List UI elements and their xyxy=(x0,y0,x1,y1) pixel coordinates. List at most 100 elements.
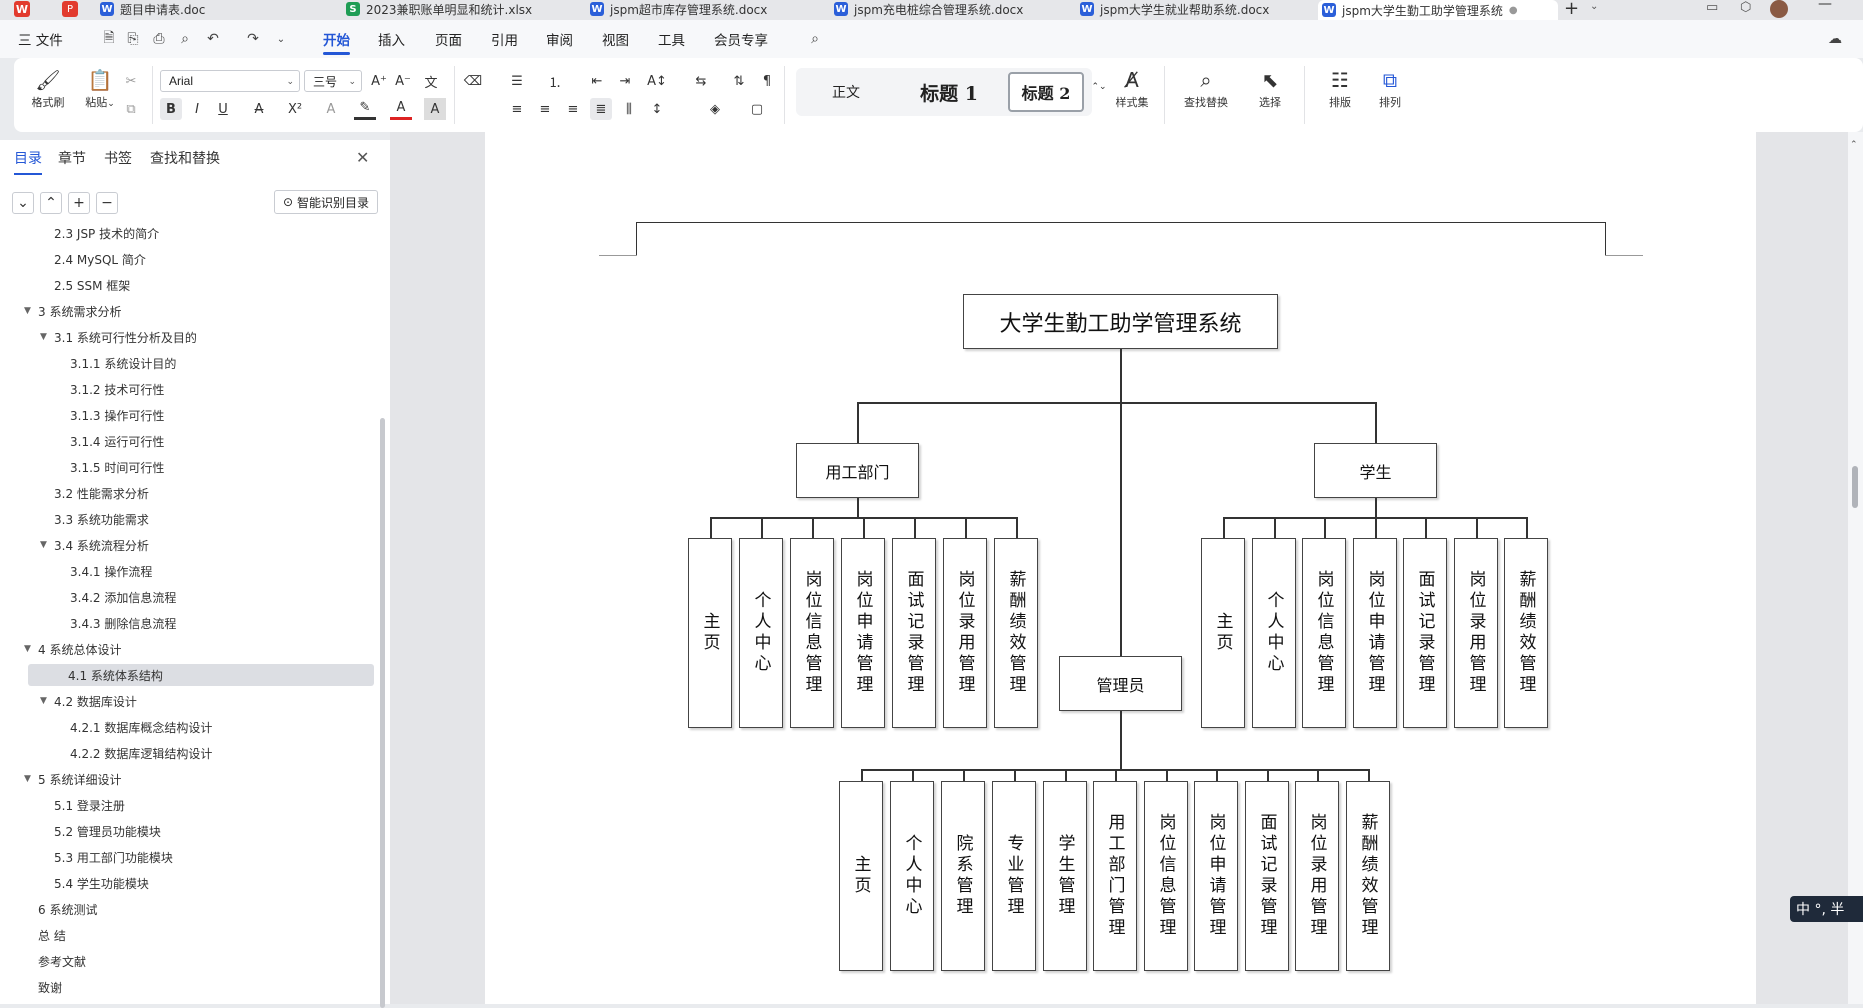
expand-up-button[interactable]: ⌃ xyxy=(40,192,62,214)
document-tab[interactable]: S 2023兼职账单明显和统计.xlsx xyxy=(342,0,578,18)
font-size-select[interactable]: 三号 ⌄ xyxy=(304,70,362,92)
toc-item[interactable]: 致谢 xyxy=(38,976,62,998)
toc-item[interactable]: 3.4.1 操作流程 xyxy=(70,560,152,582)
document-tab[interactable]: Wjspm大学生就业帮助系统.docx xyxy=(1076,0,1312,18)
menu-tab[interactable]: 审阅 xyxy=(546,20,573,58)
expand-triangle-icon[interactable]: ▼ xyxy=(24,644,38,654)
paste-button[interactable]: 📋 粘贴⌄ xyxy=(74,66,126,126)
menu-tab[interactable]: 会员专享 xyxy=(714,20,768,58)
toc-item[interactable]: ▼ 3.1 系统可行性分析及目的 xyxy=(40,326,197,348)
toc-item[interactable]: 3.2 性能需求分析 xyxy=(54,482,149,504)
cube-icon[interactable]: ⬡ xyxy=(1740,0,1751,15)
style-heading1[interactable]: 标题 1 xyxy=(894,68,1004,116)
superscript-button[interactable]: X² xyxy=(284,98,306,120)
toc-item[interactable]: ▼ 3 系统需求分析 xyxy=(24,300,121,322)
redo-icon[interactable]: ↷ xyxy=(244,30,262,48)
tab-list-chevron-icon[interactable]: ⌄ xyxy=(1590,1,1598,12)
swap-icon[interactable]: ⇆ xyxy=(690,70,712,92)
menu-tab[interactable]: 插入 xyxy=(378,20,405,58)
expand-triangle-icon[interactable]: ▼ xyxy=(24,774,38,784)
underline-button[interactable]: U xyxy=(212,98,234,120)
highlight-color-button[interactable]: ✎ xyxy=(354,98,376,120)
select-button[interactable]: ⬉ 选择 xyxy=(1244,66,1296,126)
border-icon[interactable]: ▢ xyxy=(746,98,768,120)
menu-tab[interactable]: 工具 xyxy=(658,20,685,58)
menu-tab[interactable]: 开始 xyxy=(323,20,350,58)
arrange-button[interactable]: ⧉ 排列 xyxy=(1364,66,1416,126)
strikethrough-button[interactable]: A xyxy=(248,98,270,120)
minimize-button[interactable]: — xyxy=(1818,0,1832,12)
toc-scrollbar[interactable] xyxy=(380,418,385,1008)
toc-item[interactable]: 4.2.1 数据库概念结构设计 xyxy=(70,716,212,738)
tab-toc[interactable]: 目录 xyxy=(14,148,42,175)
text-direction-icon[interactable]: A↕ xyxy=(646,70,668,92)
shading-icon[interactable]: ◈ xyxy=(704,98,726,120)
smart-toc-button[interactable]: ⊙ 智能识别目录 xyxy=(274,190,378,214)
style-normal[interactable]: 正文 xyxy=(810,68,882,116)
bold-button[interactable]: B xyxy=(160,98,182,120)
toc-item[interactable]: ▼ 3.4 系统流程分析 xyxy=(40,534,149,556)
char-shading-button[interactable]: A xyxy=(424,98,446,120)
save-icon[interactable]: 🗎 xyxy=(100,30,118,48)
show-marks-icon[interactable]: ¶ xyxy=(756,70,778,92)
toc-item[interactable]: 6 系统测试 xyxy=(38,898,97,920)
align-right-icon[interactable]: ≡ xyxy=(562,98,584,120)
menu-tab[interactable]: 引用 xyxy=(491,20,518,58)
toc-item[interactable]: 3.1.2 技术可行性 xyxy=(70,378,164,400)
justify-icon[interactable]: ≣ xyxy=(590,98,612,120)
toc-item[interactable]: ▼ 4.2 数据库设计 xyxy=(40,690,137,712)
toc-item[interactable]: ▼ 5 系统详细设计 xyxy=(24,768,121,790)
bullet-list-icon[interactable]: ☰ xyxy=(506,70,528,92)
tab-bookmarks[interactable]: 书签 xyxy=(104,148,132,168)
grow-font-icon[interactable]: A⁺ xyxy=(368,70,390,92)
toc-item[interactable]: 参考文献 xyxy=(38,950,86,972)
remove-heading-button[interactable]: − xyxy=(96,192,118,214)
pdf-icon[interactable]: P xyxy=(62,1,78,17)
sort-icon[interactable]: ⇅ xyxy=(728,70,750,92)
italic-button[interactable]: I xyxy=(186,98,208,120)
toc-item[interactable]: 5.4 学生功能模块 xyxy=(54,872,149,894)
tab-find-replace[interactable]: 查找和替换 xyxy=(150,148,220,168)
toc-item[interactable]: 3.1.5 时间可行性 xyxy=(70,456,164,478)
expand-triangle-icon[interactable]: ▼ xyxy=(24,306,38,316)
toc-item[interactable]: 5.2 管理员功能模块 xyxy=(54,820,161,842)
close-tab-icon[interactable]: ● xyxy=(1509,5,1518,16)
toc-item[interactable]: 3.3 系统功能需求 xyxy=(54,508,149,530)
line-spacing-icon[interactable]: ↕ xyxy=(646,98,668,120)
toc-item[interactable]: 2.3 JSP 技术的简介 xyxy=(54,222,159,244)
quick-access-chevron-icon[interactable]: ⌄ xyxy=(272,30,290,48)
align-center-icon[interactable]: ≡ xyxy=(534,98,556,120)
toc-item[interactable]: 5.3 用工部门功能模块 xyxy=(54,846,173,868)
undo-icon[interactable]: ↶ xyxy=(204,30,222,48)
decrease-indent-icon[interactable]: ⇤ xyxy=(586,70,608,92)
ime-indicator[interactable]: 中 °, 半 xyxy=(1790,896,1863,922)
file-menu[interactable]: 三 文件 xyxy=(18,20,63,58)
document-tab[interactable]: Wjspm大学生勤工助学管理系统 ● xyxy=(1318,0,1558,20)
document-tab[interactable]: W 题目申请表.doc xyxy=(96,0,336,18)
find-replace-button[interactable]: ⌕ 查找替换 xyxy=(1174,66,1238,126)
document-tab[interactable]: Wjspm充电桩综合管理系统.docx xyxy=(830,0,1068,18)
expand-triangle-icon[interactable]: ▼ xyxy=(40,696,54,706)
layout-button[interactable]: ☷ 排版 xyxy=(1314,66,1366,126)
toc-item[interactable]: 4.2.2 数据库逻辑结构设计 xyxy=(70,742,212,764)
collapse-ribbon-icon[interactable]: ⌃ xyxy=(1850,140,1858,150)
text-effect-button[interactable]: A xyxy=(320,98,342,120)
copy-icon[interactable]: ⧉ xyxy=(120,98,142,120)
page-scrollbar-thumb[interactable] xyxy=(1852,466,1858,508)
toc-item[interactable]: 2.5 SSM 框架 xyxy=(54,274,130,296)
shrink-font-icon[interactable]: A⁻ xyxy=(392,70,414,92)
collapse-all-button[interactable]: ⌄ xyxy=(12,192,34,214)
style-heading2[interactable]: 标题 2 xyxy=(1008,72,1084,112)
format-painter-button[interactable]: 🖌 格式刷 xyxy=(22,66,74,126)
toc-item[interactable]: 3.1.1 系统设计目的 xyxy=(70,352,176,374)
pinyin-icon[interactable]: 文 xyxy=(420,70,442,92)
search-icon[interactable]: ⌕ xyxy=(806,30,824,48)
toc-item[interactable]: 5.1 登录注册 xyxy=(54,794,125,816)
cloud-icon[interactable]: ☁ xyxy=(1826,30,1844,48)
print-preview-icon[interactable]: ⌕ xyxy=(176,30,194,48)
print-icon[interactable]: ⎙ xyxy=(150,30,168,48)
window-layout-icon[interactable]: ▭ xyxy=(1706,0,1718,15)
toc-item[interactable]: 3.4.2 添加信息流程 xyxy=(70,586,176,608)
export-icon[interactable]: ⎘ xyxy=(124,30,142,48)
styleset-button[interactable]: A̸ 样式集 xyxy=(1106,66,1158,126)
